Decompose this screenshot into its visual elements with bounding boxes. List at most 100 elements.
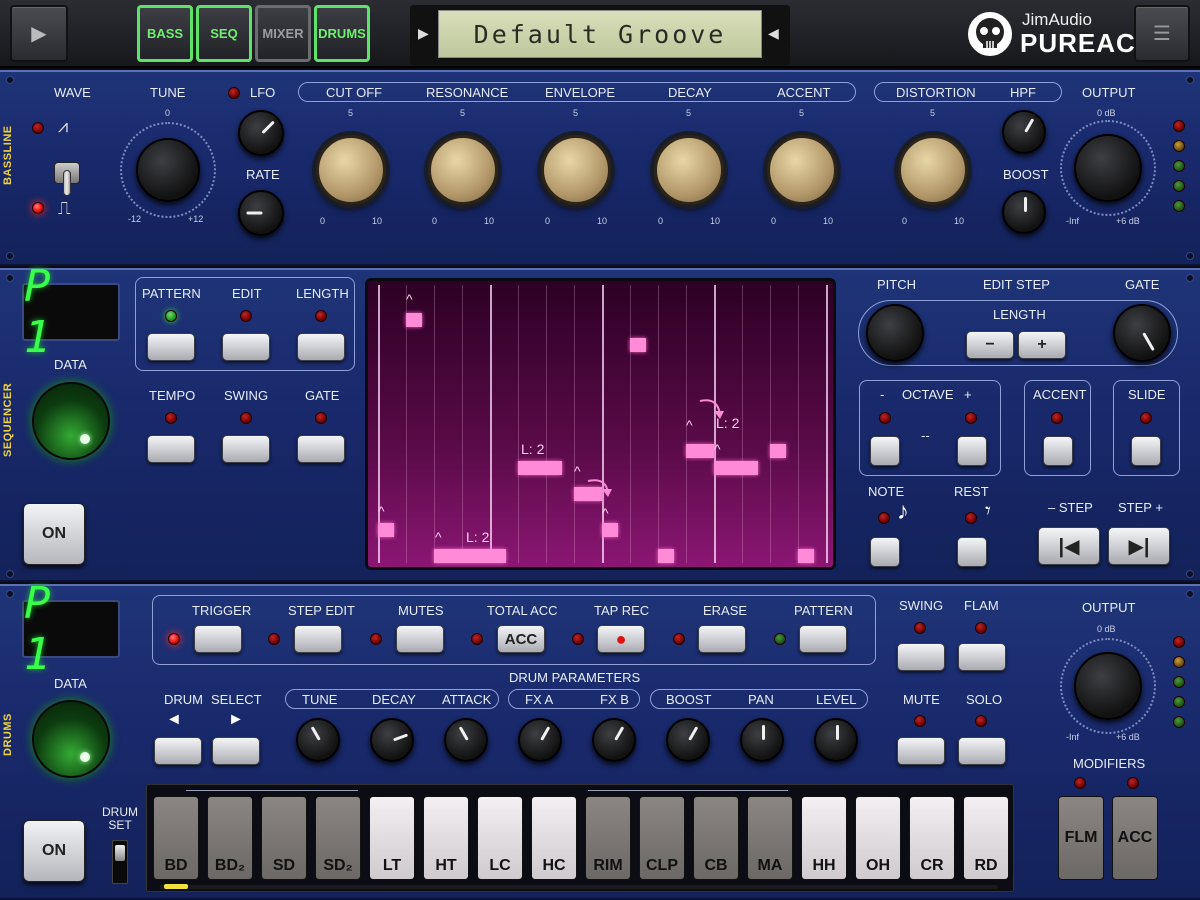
drum-pad-12[interactable]: HH	[801, 796, 847, 880]
tab-mixer[interactable]: MIXER	[255, 5, 311, 62]
step-gate-knob[interactable]	[1113, 304, 1171, 362]
trigger-button[interactable]	[194, 625, 242, 653]
preset-prev-arrow-icon[interactable]: ◀	[418, 25, 429, 42]
flm-pad[interactable]: FLM	[1058, 796, 1104, 880]
note-step-1[interactable]	[378, 523, 394, 537]
distortion-knob[interactable]	[898, 135, 968, 205]
drum-pad-10[interactable]: CB	[693, 796, 739, 880]
cutoff-knob[interactable]	[316, 135, 386, 205]
resonance-knob[interactable]	[428, 135, 498, 205]
screw	[6, 76, 14, 84]
preset-next-arrow-icon[interactable]: ◀	[768, 25, 779, 42]
seq-data-wheel[interactable]	[32, 382, 110, 460]
swing-button[interactable]	[222, 435, 270, 463]
note-step-3[interactable]	[434, 549, 506, 563]
bass-meter-led	[1173, 140, 1185, 152]
tab-seq[interactable]: SEQ	[196, 5, 252, 62]
drum-pan-knob[interactable]	[740, 718, 784, 762]
note-step-13[interactable]	[714, 461, 758, 475]
wave-toggle-switch[interactable]	[54, 150, 80, 196]
octave-minus-button[interactable]	[870, 436, 900, 466]
rest-button[interactable]	[957, 537, 987, 567]
drum-pad-15[interactable]: RD	[963, 796, 1009, 880]
drums-data-wheel[interactable]	[32, 700, 110, 778]
boost-knob[interactable]	[1002, 190, 1046, 234]
grid-line	[658, 285, 659, 563]
fx-b-knob[interactable]	[592, 718, 636, 762]
drum-tune-knob[interactable]	[296, 718, 340, 762]
edit-button[interactable]	[222, 333, 270, 361]
length-minus-button[interactable]: −	[966, 331, 1014, 359]
solo-button[interactable]	[958, 737, 1006, 765]
tempo-button[interactable]	[147, 435, 195, 463]
note-step-6[interactable]	[518, 461, 562, 475]
envelope-knob[interactable]	[541, 135, 611, 205]
note-step-12[interactable]	[686, 444, 714, 458]
drum-boost-knob[interactable]	[666, 718, 710, 762]
drums-on-button[interactable]: ON	[23, 820, 85, 882]
pattern-button[interactable]	[147, 333, 195, 361]
hpf-knob[interactable]	[1002, 110, 1046, 154]
note-step-11[interactable]	[658, 549, 674, 563]
drum-pad-3[interactable]: SD₂	[315, 796, 361, 880]
drum-pad-4[interactable]: LT	[369, 796, 415, 880]
gate-button[interactable]	[297, 435, 345, 463]
accent-knob[interactable]	[767, 135, 837, 205]
fx-a-knob[interactable]	[518, 718, 562, 762]
drum-level-knob[interactable]	[814, 718, 858, 762]
tap-rec-button[interactable]: ●	[597, 625, 645, 653]
play-button[interactable]: ▶	[10, 5, 68, 62]
drum-select-prev-button[interactable]	[154, 737, 202, 765]
note-step-15[interactable]	[770, 444, 786, 458]
drum-pad-6[interactable]: LC	[477, 796, 523, 880]
step-next-button[interactable]: ▶|	[1108, 527, 1170, 565]
step-prev-button[interactable]: |◀	[1038, 527, 1100, 565]
note-button[interactable]	[870, 537, 900, 567]
mutes-button[interactable]	[396, 625, 444, 653]
menu-button[interactable]: ☰	[1134, 5, 1190, 62]
drum-pad-2[interactable]: SD	[261, 796, 307, 880]
tab-drums[interactable]: DRUMS	[314, 5, 370, 62]
length-plus-button[interactable]: +	[1018, 331, 1066, 359]
note-step-9[interactable]	[602, 523, 618, 537]
drum-pad-7[interactable]: HC	[531, 796, 577, 880]
mute-button[interactable]	[897, 737, 945, 765]
drum-attack-knob[interactable]	[444, 718, 488, 762]
drum-pad-13[interactable]: OH	[855, 796, 901, 880]
step-edit-button[interactable]	[294, 625, 342, 653]
erase-button[interactable]	[698, 625, 746, 653]
tab-bass[interactable]: BASS	[137, 5, 193, 62]
tune-knob[interactable]	[136, 138, 200, 202]
slide-button[interactable]	[1131, 436, 1161, 466]
acc-modifier-pad[interactable]: ACC	[1112, 796, 1158, 880]
bass-output-knob[interactable]	[1074, 134, 1142, 202]
drum-set-switch[interactable]	[112, 840, 128, 884]
drum-pad-14[interactable]: CR	[909, 796, 955, 880]
lfo-knob[interactable]	[238, 110, 284, 156]
drum-pad-11[interactable]: MA	[747, 796, 793, 880]
total-acc-button[interactable]: ACC	[497, 625, 545, 653]
drum-swing-button[interactable]	[897, 643, 945, 671]
drum-output-knob[interactable]	[1074, 652, 1142, 720]
drum-pattern-button[interactable]	[799, 625, 847, 653]
seq-on-button[interactable]: ON	[23, 503, 85, 565]
flam-button[interactable]	[958, 643, 1006, 671]
drum-pad-1[interactable]: BD₂	[207, 796, 253, 880]
drum-pad-5[interactable]: HT	[423, 796, 469, 880]
pitch-knob[interactable]	[866, 304, 924, 362]
drum-pad-8[interactable]: RIM	[585, 796, 631, 880]
octave-plus-button[interactable]	[957, 436, 987, 466]
drum-select-next-button[interactable]	[212, 737, 260, 765]
step-accent-button[interactable]	[1043, 436, 1073, 466]
gate-led	[315, 412, 327, 424]
drum-decay-knob[interactable]	[370, 718, 414, 762]
drum-pad-0[interactable]: BD	[153, 796, 199, 880]
step-grid[interactable]: ^ ^ ^ L: 2 L: 2 ^ ^ ^ L: 2 ^	[365, 278, 836, 570]
length-button[interactable]	[297, 333, 345, 361]
note-step-2[interactable]	[406, 313, 422, 327]
note-step-10[interactable]	[630, 338, 646, 352]
note-step-16[interactable]	[798, 549, 814, 563]
rate-knob[interactable]	[238, 190, 284, 236]
drum-pad-9[interactable]: CLP	[639, 796, 685, 880]
decay-knob[interactable]	[654, 135, 724, 205]
